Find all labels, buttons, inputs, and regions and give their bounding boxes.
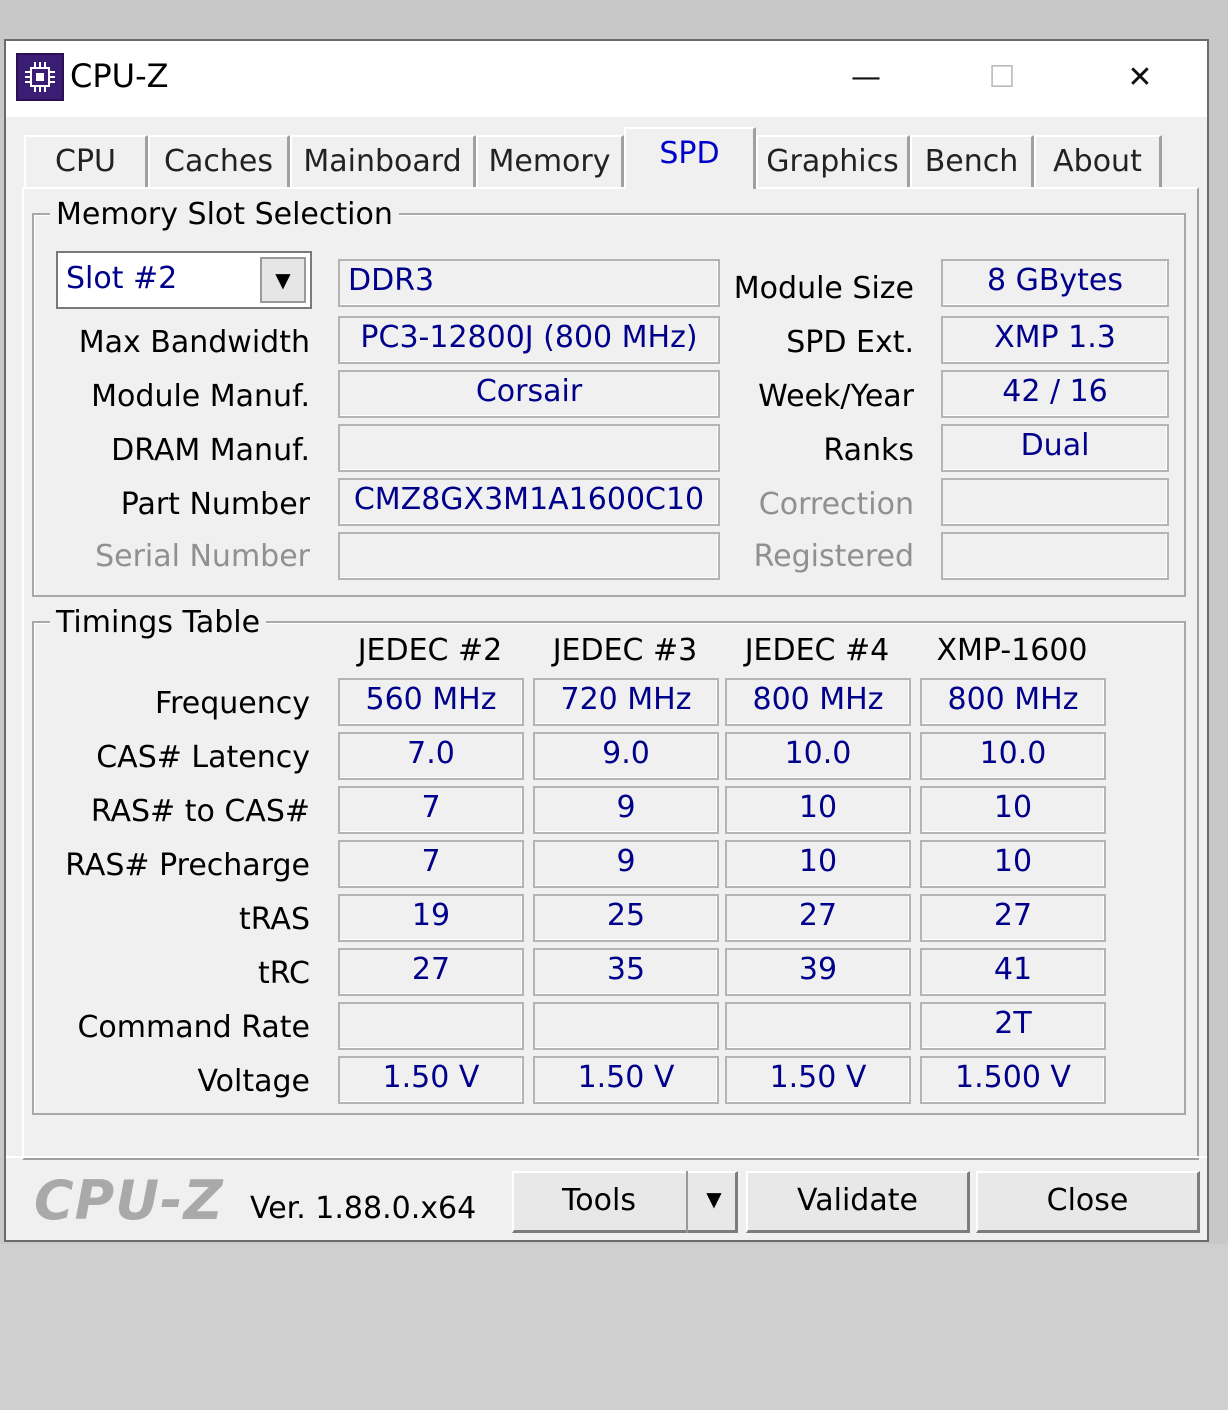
timing-row-label: Frequency [155,686,310,721]
module-size-label: Module Size [733,271,914,306]
slot-select-value: Slot #2 [66,261,178,296]
minimize-button[interactable]: — [818,41,914,117]
window-title: CPU-Z [70,57,169,95]
registered-field [941,532,1169,580]
correction-field [941,478,1169,526]
title-bar[interactable]: CPU-Z — ☐ ✕ [6,41,1207,117]
timing-cell: 800 MHz [920,678,1106,726]
timing-cell: 35 [533,948,719,996]
cpuz-logo: CPU-Z [34,1169,224,1232]
part-number-field: CMZ8GX3M1A1600C10 [338,478,720,526]
cpuz-app-icon [16,53,64,101]
timing-cell: 10 [725,840,911,888]
tools-button-label: Tools [562,1183,636,1218]
week-year-field: 42 / 16 [941,370,1169,418]
cpuz-window: CPU-Z — ☐ ✕ CPU Caches Mainboard Memory … [4,39,1209,1242]
tab-about[interactable]: About [1034,135,1162,187]
module-size-field: 8 GBytes [941,259,1169,307]
ranks-label: Ranks [823,433,914,468]
memory-slot-selection-title: Memory Slot Selection [50,198,399,232]
timing-cell: 27 [338,948,524,996]
max-bandwidth-field: PC3-12800J (800 MHz) [338,316,720,364]
timing-cell: 10 [920,786,1106,834]
week-year-label: Week/Year [758,379,914,414]
timing-cell: 7 [338,786,524,834]
tab-caches[interactable]: Caches [148,135,290,187]
timing-cell: 19 [338,894,524,942]
dram-manuf-label: DRAM Manuf. [111,433,310,468]
timing-cell: 2T [920,1002,1106,1050]
serial-number-label: Serial Number [95,539,310,574]
timings-table-title: Timings Table [50,606,267,640]
desktop-background [0,1244,1228,1410]
column-header-jedec-3: JEDEC #3 [552,633,698,668]
slot-select-dropdown[interactable]: Slot #2 ▼ [56,251,312,309]
spd-ext-field: XMP 1.3 [941,316,1169,364]
timing-row-label: RAS# Precharge [65,848,310,883]
timing-cell: 720 MHz [533,678,719,726]
column-header-jedec-2: JEDEC #2 [357,633,503,668]
ranks-field: Dual [941,424,1169,472]
timing-cell: 560 MHz [338,678,524,726]
part-number-label: Part Number [120,487,310,522]
tab-bench[interactable]: Bench [910,135,1034,187]
chevron-down-icon[interactable]: ▼ [260,257,306,303]
timing-cell: 41 [920,948,1106,996]
column-header-jedec-4: JEDEC #4 [744,633,890,668]
version-label: Ver. 1.88.0.x64 [250,1191,477,1226]
timing-cell: 27 [920,894,1106,942]
memory-type-field: DDR3 [338,259,720,307]
timing-cell: 25 [533,894,719,942]
footer-separator [6,1156,1207,1158]
maximize-button[interactable]: ☐ [954,41,1050,117]
timing-cell: 9.0 [533,732,719,780]
timing-cell [725,1002,911,1050]
timing-cell: 27 [725,894,911,942]
tab-graphics[interactable]: Graphics [756,135,910,187]
module-manuf-label: Module Manuf. [91,379,310,414]
spd-ext-label: SPD Ext. [786,325,914,360]
timing-cell: 10 [725,786,911,834]
timing-row-label: tRAS [239,902,310,937]
timing-cell: 10.0 [725,732,911,780]
timing-cell: 1.50 V [725,1056,911,1104]
chevron-down-icon[interactable]: ▼ [686,1171,740,1233]
timing-cell: 1.50 V [533,1056,719,1104]
dram-manuf-field [338,424,720,472]
timing-cell: 7 [338,840,524,888]
module-manuf-field: Corsair [338,370,720,418]
timing-cell: 10 [920,840,1106,888]
column-header-xmp-1600: XMP-1600 [936,633,1088,668]
timing-cell [533,1002,719,1050]
registered-label: Registered [753,539,914,574]
tab-memory[interactable]: Memory [476,135,624,187]
timing-cell: 1.50 V [338,1056,524,1104]
timing-cell: 9 [533,786,719,834]
timing-row-label: CAS# Latency [96,740,310,775]
close-window-button[interactable]: ✕ [1092,41,1188,117]
max-bandwidth-label: Max Bandwidth [78,325,310,360]
timing-cell: 1.500 V [920,1056,1106,1104]
timing-cell: 10.0 [920,732,1106,780]
timing-row-label: Voltage [197,1064,310,1099]
tab-cpu[interactable]: CPU [24,135,148,187]
correction-label: Correction [758,487,914,522]
timing-row-label: Command Rate [77,1010,310,1045]
tab-spd[interactable]: SPD [624,127,756,189]
timing-cell: 39 [725,948,911,996]
timing-cell: 7.0 [338,732,524,780]
close-button[interactable]: Close [976,1171,1200,1233]
tab-mainboard[interactable]: Mainboard [290,135,476,187]
timing-cell: 800 MHz [725,678,911,726]
timing-row-label: RAS# to CAS# [90,794,310,829]
timing-row-label: tRC [257,956,310,991]
validate-button[interactable]: Validate [746,1171,970,1233]
timing-cell: 9 [533,840,719,888]
timing-cell [338,1002,524,1050]
serial-number-field [338,532,720,580]
